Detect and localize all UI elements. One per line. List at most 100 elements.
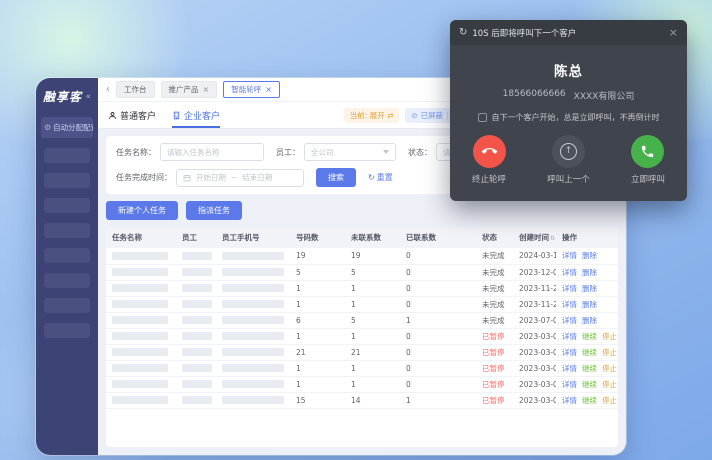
sidebar-menu-placeholder[interactable] (44, 323, 90, 338)
contacted-cell: 1 (400, 392, 476, 408)
subtab-normal-customer[interactable]: 普通客户 (108, 102, 156, 128)
op-link[interactable]: 详情 (562, 300, 577, 309)
task-name-input[interactable] (160, 143, 264, 161)
filter-task-name: 任务名称： (116, 143, 264, 161)
op-link[interactable]: 详情 (562, 348, 577, 357)
created-time-cell: 2023-03-08 1 (513, 328, 556, 344)
contacted-cell: 1 (400, 312, 476, 328)
op-link[interactable]: 删除 (582, 284, 597, 293)
customer-company: XXXX有限公司 (574, 89, 635, 102)
phone-count-cell: 21 (290, 344, 345, 360)
close-icon[interactable]: × (669, 27, 678, 38)
op-link[interactable]: 继续 (582, 396, 597, 405)
sidebar-menu-placeholder[interactable] (44, 273, 90, 288)
loop-call-icon: ↻ (459, 28, 467, 38)
created-time-cell: 2023-03-08 1 (513, 392, 556, 408)
skip-countdown-checkbox[interactable] (478, 113, 487, 122)
sort-icon[interactable]: ⇅ (550, 235, 555, 242)
call-previous-button[interactable]: ↑ 呼叫上一个 (547, 135, 590, 185)
sidebar-menu-placeholder[interactable] (44, 198, 90, 213)
tab-scroll-left-icon[interactable]: ‹ (106, 85, 110, 95)
cell-placeholder (182, 316, 212, 324)
operations-cell: 详情继续停止删除 (556, 360, 618, 376)
op-link[interactable]: 停止 (602, 348, 617, 357)
cell-placeholder (182, 252, 212, 260)
op-link[interactable]: 停止 (602, 396, 617, 405)
op-link[interactable]: 继续 (582, 380, 597, 389)
close-icon[interactable]: × (203, 85, 210, 94)
operations-cell: 详情删除 (556, 296, 618, 312)
cell-placeholder (182, 268, 212, 276)
op-link[interactable]: 停止 (602, 332, 617, 341)
contacted-cell: 0 (400, 296, 476, 312)
op-link[interactable]: 详情 (562, 316, 577, 325)
op-link[interactable]: 详情 (562, 396, 577, 405)
op-link[interactable]: 详情 (562, 332, 577, 341)
operations-cell: 详情删除 (556, 264, 618, 280)
uncontacted-cell: 1 (345, 328, 400, 344)
op-link[interactable]: 删除 (582, 300, 597, 309)
table-row: 110已暂停2023-03-08 1详情继续停止删除 (106, 376, 618, 392)
operations-cell: 详情删除 (556, 312, 618, 328)
phone-icon (640, 144, 655, 159)
hangup-phone-icon (478, 141, 499, 162)
dialog-body: 陈总 18566066666 XXXX有限公司 自下一个客户开始，总是立即呼叫，… (450, 60, 687, 185)
op-link[interactable]: 删除 (582, 251, 597, 260)
sidebar-menu-placeholder[interactable] (44, 173, 90, 188)
uncontacted-cell: 19 (345, 248, 400, 264)
created-time-cell: 2024-03-15 1 (513, 248, 556, 264)
contacted-cell: 0 (400, 376, 476, 392)
new-personal-task-button[interactable]: 新建个人任务 (106, 201, 178, 220)
call-now-button[interactable]: 立即呼叫 (631, 135, 665, 185)
task-table: 任务名称 员工 员工手机号 号码数 未联系数 已联系数 状态 创建时间⇅ 操作 … (106, 227, 618, 409)
staff-select[interactable]: 全公司 (304, 143, 396, 161)
phone-count-cell: 5 (290, 264, 345, 280)
filter-staff: 员工： 全公司 (276, 143, 396, 161)
operations-cell: 详情继续停止删除 (556, 328, 618, 344)
op-link[interactable]: 详情 (562, 380, 577, 389)
sidebar-collapse-icon[interactable]: « (85, 92, 91, 102)
op-link[interactable]: 详情 (562, 251, 577, 260)
tab-workbench[interactable]: 工作台 (116, 81, 155, 98)
stop-rotation-button[interactable]: 终止轮呼 (472, 135, 506, 185)
op-link[interactable]: 删除 (582, 316, 597, 325)
sidebar-menu-placeholder[interactable] (44, 298, 90, 313)
tab-promote-product[interactable]: 推广产品 × (161, 81, 218, 98)
cell-placeholder (222, 364, 284, 372)
operations-cell: 详情继续停止删除 (556, 392, 618, 408)
arrow-up-icon: ↑ (560, 143, 577, 160)
op-link[interactable]: 继续 (582, 348, 597, 357)
op-link[interactable]: 继续 (582, 332, 597, 341)
uncontacted-cell: 1 (345, 360, 400, 376)
customer-phone: 18566066666 (503, 89, 566, 102)
table-row: 651未完成2023-07-04 1详情删除 (106, 312, 618, 328)
sidebar-item-auto-assign-config[interactable]: ⚙ 自动分配配置 (41, 117, 93, 138)
table-row: 550未完成2023-12-05 2详情删除 (106, 264, 618, 280)
op-link[interactable]: 详情 (562, 268, 577, 277)
created-time-cell: 2023-03-08 1 (513, 344, 556, 360)
close-icon[interactable]: × (265, 85, 272, 94)
dialog-header: ↻ 10S 后即将呼叫下一个客户 × (450, 20, 687, 45)
op-link[interactable]: 详情 (562, 284, 577, 293)
sidebar-header: 融享客 « (36, 78, 98, 113)
op-link[interactable]: 停止 (602, 380, 617, 389)
dialog-buttons: 终止轮呼 ↑ 呼叫上一个 立即呼叫 (450, 135, 687, 185)
cell-placeholder (182, 332, 212, 340)
subtab-enterprise-customer[interactable]: 企业客户 (172, 102, 220, 128)
sidebar-menu-placeholder[interactable] (44, 148, 90, 163)
op-link[interactable]: 停止 (602, 364, 617, 373)
created-time-cell: 2023-07-04 1 (513, 312, 556, 328)
status-cell: 未完成 (476, 280, 513, 296)
op-link[interactable]: 删除 (582, 268, 597, 277)
sidebar-menu-placeholder[interactable] (44, 223, 90, 238)
op-link[interactable]: 继续 (582, 364, 597, 373)
tab-smart-rotation-call[interactable]: 智能轮呼 × (223, 81, 280, 98)
table-row: 110未完成2023-11-24 1详情删除 (106, 296, 618, 312)
op-link[interactable]: 详情 (562, 364, 577, 373)
search-button[interactable]: 搜索 (316, 168, 356, 187)
date-range-picker[interactable]: 开始日期 ~ 结束日期 (176, 169, 304, 187)
current-state-pill[interactable]: 当前: 展开 ⇄ (344, 108, 400, 123)
sidebar-menu-placeholder[interactable] (44, 248, 90, 263)
reset-button[interactable]: ↻ 重置 (368, 172, 393, 183)
assign-task-button[interactable]: 指派任务 (186, 201, 242, 220)
